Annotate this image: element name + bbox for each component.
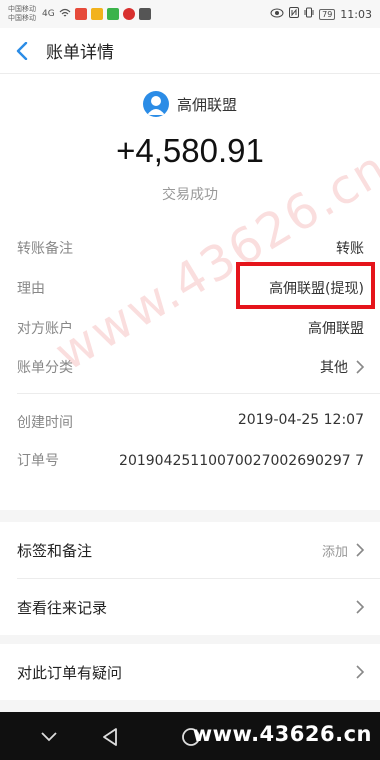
user-icon	[146, 96, 165, 115]
clock: 11:03	[340, 7, 372, 21]
battery-icon: 79	[319, 8, 336, 20]
app-notification-icon	[122, 8, 135, 20]
app-notification-icon	[106, 8, 119, 20]
actions-list: 标签和备注 添加 查看往来记录	[0, 522, 380, 635]
merchant: 高佣联盟	[0, 91, 380, 117]
reason-label: 理由	[17, 281, 45, 297]
network-label: 4G	[42, 9, 55, 19]
chevron-left-icon	[16, 41, 28, 60]
chevron-down-icon	[41, 732, 57, 742]
divider	[17, 393, 380, 394]
chevron-right-icon	[356, 665, 365, 679]
history-records-label: 查看往来记录	[17, 598, 108, 617]
order-question-label: 对此订单有疑问	[17, 663, 123, 682]
support-list: 对此订单有疑问	[0, 644, 380, 700]
order-question-item[interactable]: 对此订单有疑问	[0, 644, 380, 700]
status-icons: 4G	[42, 8, 151, 21]
header: 账单详情	[0, 28, 380, 74]
order-number-label: 订单号	[17, 453, 59, 469]
transaction-status: 交易成功	[162, 187, 218, 203]
chevron-right-icon	[356, 360, 365, 374]
add-hint: 添加	[321, 544, 348, 560]
tags-and-notes-item[interactable]: 标签和备注 添加	[0, 522, 380, 578]
app-notification-icon	[74, 8, 87, 20]
transfer-note-value: 转账	[336, 241, 364, 257]
carrier-2: 中国移动	[8, 14, 36, 22]
counterparty-label: 对方账户	[17, 321, 73, 337]
app-notification-icon	[138, 8, 151, 20]
merchant-name: 高佣联盟	[176, 95, 237, 114]
back-button[interactable]	[0, 28, 44, 74]
site-logo: www.43626.cn	[192, 722, 372, 746]
back-triangle-icon	[103, 728, 117, 746]
details-section: 转账备注 转账 理由 高佣联盟(提现) 对方账户 高佣联盟 账单分类 其他 创建…	[0, 212, 380, 510]
page-title: 账单详情	[46, 43, 114, 63]
app-notification-icon	[90, 8, 103, 20]
created-time-label: 创建时间	[17, 415, 73, 431]
vibrate-icon	[304, 7, 314, 21]
tags-and-notes-label: 标签和备注	[17, 541, 93, 560]
nav-collapse-button[interactable]	[38, 726, 60, 748]
status-bar: 中国移动 中国移动 4G 79 11:03	[0, 0, 380, 28]
wifi-icon	[59, 8, 71, 21]
order-number-value: 20190425110070027002690297 7	[119, 453, 364, 469]
created-time-value: 2019-04-25 12:07	[237, 412, 364, 428]
reason-value: 高佣联盟(提现)	[269, 281, 364, 297]
nav-back-button[interactable]	[99, 726, 121, 748]
detail-row-category[interactable]: 账单分类 其他	[0, 357, 380, 379]
amount: +4,580.91	[116, 132, 264, 169]
avatar	[142, 91, 169, 117]
carrier-1: 中国移动	[8, 5, 36, 13]
transaction-summary: 高佣联盟 +4,580.91 交易成功	[0, 74, 380, 212]
category-value: 其他	[320, 360, 348, 376]
category-label: 账单分类	[17, 360, 73, 376]
navigation-bar: www.43626.cn	[0, 712, 380, 760]
transfer-note-label: 转账备注	[17, 241, 73, 257]
nfc-icon	[289, 7, 300, 21]
counterparty-value: 高佣联盟	[308, 321, 364, 337]
eye-icon	[270, 8, 284, 21]
history-records-item[interactable]: 查看往来记录	[0, 579, 380, 635]
status-right: 79 11:03	[270, 7, 372, 21]
chevron-right-icon	[356, 600, 365, 614]
chevron-right-icon	[356, 543, 365, 557]
carrier-labels: 中国移动 中国移动	[8, 5, 36, 23]
